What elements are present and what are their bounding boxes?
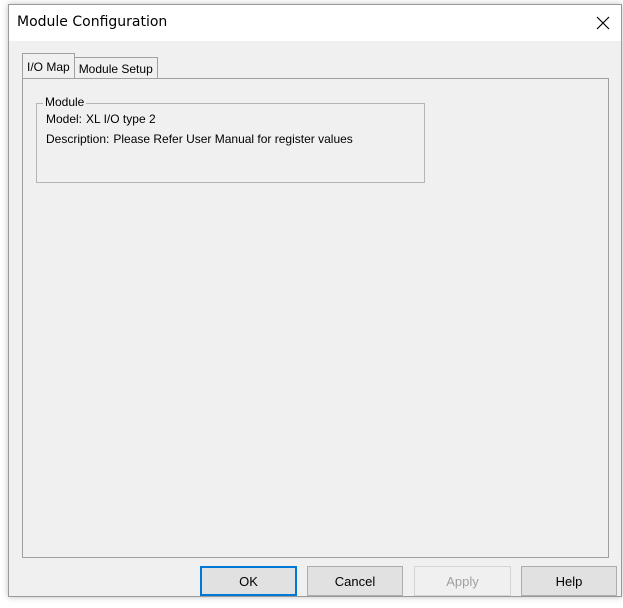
apply-button[interactable]: Apply xyxy=(414,566,511,596)
module-groupbox: Module Model: XL I/O type 2 Description: P… xyxy=(36,95,425,183)
description-label: Description: xyxy=(46,132,110,146)
model-label: Model: xyxy=(46,112,83,126)
module-group-legend: Module xyxy=(43,95,87,109)
model-line: Model: XL I/O type 2 xyxy=(46,112,156,126)
ok-button[interactable]: OK xyxy=(200,566,297,596)
close-button[interactable] xyxy=(585,5,621,41)
title-bar: Module Configuration xyxy=(9,5,621,41)
module-configuration-dialog: Module Configuration I/O Map Module Setu… xyxy=(8,4,622,597)
dialog-title: Module Configuration xyxy=(17,14,168,30)
tab-strip: I/O Map Module Setup xyxy=(22,53,158,79)
close-icon xyxy=(596,16,610,30)
description-value: Please Refer User Manual for register va… xyxy=(113,132,353,146)
io-map-panel: Module Model: XL I/O type 2 Description: P… xyxy=(22,78,609,558)
tab-module-setup[interactable]: Module Setup xyxy=(74,57,158,79)
cancel-button[interactable]: Cancel xyxy=(307,566,403,596)
tab-io-map[interactable]: I/O Map xyxy=(22,53,75,79)
description-line: Description: Please Refer User Manual for… xyxy=(46,132,353,146)
model-value: XL I/O type 2 xyxy=(86,112,156,126)
help-button[interactable]: Help xyxy=(521,566,617,596)
